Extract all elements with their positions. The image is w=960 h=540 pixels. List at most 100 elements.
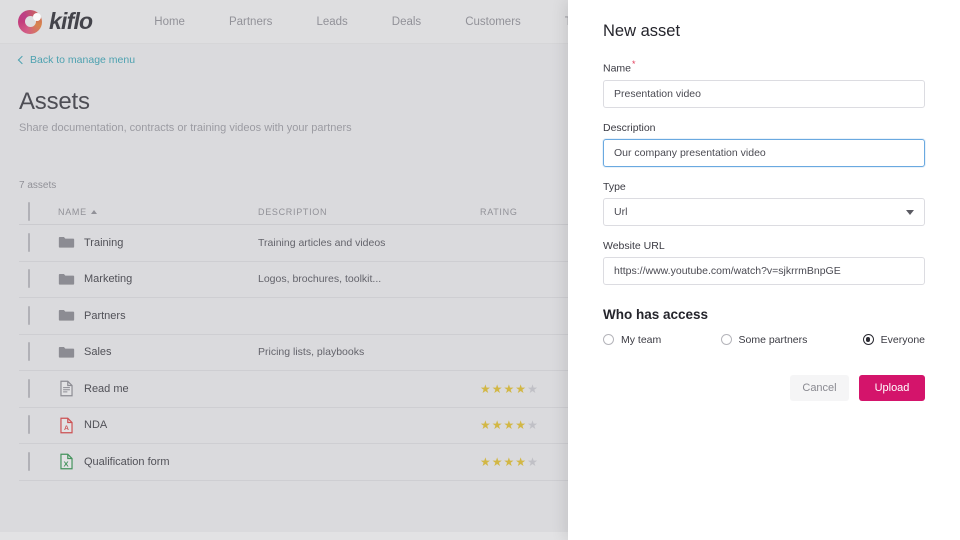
star-icon[interactable]: ★ [504,383,515,395]
row-name-label: Sales [84,346,112,358]
access-option-everyone[interactable]: Everyone [863,334,925,346]
star-icon[interactable]: ★ [527,383,538,395]
website-url-field-group: Website URL [603,240,925,285]
new-asset-panel: New asset Name* Description Type Website… [568,0,960,540]
access-radio-group: My team Some partners Everyone [603,334,925,346]
svg-text:X: X [64,460,70,469]
row-checkbox[interactable] [28,233,30,252]
nav-item-home[interactable]: Home [132,16,207,28]
star-icon[interactable]: ★ [504,456,515,468]
description-field-group: Description [603,122,925,167]
description-input[interactable] [603,139,925,167]
star-icon[interactable]: ★ [527,456,538,468]
row-description-cell: Training articles and videos [258,237,480,249]
document-icon [58,380,75,397]
row-name-cell: Sales [58,344,258,361]
row-checkbox[interactable] [28,306,30,325]
type-field-group: Type [603,181,925,226]
row-name-label: Marketing [84,273,132,285]
panel-actions: Cancel Upload [790,375,925,401]
row-name-cell: X Qualification form [58,453,258,470]
row-name-cell: Marketing [58,271,258,288]
access-option-some-partners[interactable]: Some partners [721,334,863,346]
select-all-checkbox[interactable] [28,202,30,221]
name-field-group: Name* [603,59,925,108]
select-all-cell [28,203,58,221]
row-checkbox[interactable] [28,342,30,361]
panel-title: New asset [603,22,925,41]
star-icon[interactable]: ★ [480,419,491,431]
star-icon[interactable]: ★ [527,419,538,431]
cancel-button[interactable]: Cancel [790,375,849,401]
row-checkbox[interactable] [28,452,30,471]
brand-name: kiflo [49,8,92,35]
row-name-cell: A NDA [58,417,258,434]
back-link-label: Back to manage menu [30,54,135,66]
row-name-label: Partners [84,310,126,322]
star-icon[interactable]: ★ [492,456,503,468]
row-description-cell: Logos, brochures, toolkit... [258,273,480,285]
row-name-cell: Partners [58,307,258,324]
nav-item-partners[interactable]: Partners [207,16,294,28]
rating-stars[interactable]: ★★★★★ [480,383,570,395]
star-icon[interactable]: ★ [492,419,503,431]
row-name-cell: Read me [58,380,258,397]
radio-some-partners-icon[interactable] [721,334,732,345]
radio-everyone-icon[interactable] [863,334,874,345]
radio-my-team-icon[interactable] [603,334,614,345]
row-rating-cell: ★★★★★ [480,419,570,431]
row-rating-cell: ★★★★★ [480,456,570,468]
column-header-description[interactable]: DESCRIPTION [258,207,480,217]
row-name-label: Read me [84,383,129,395]
website-url-field-label: Website URL [603,240,925,252]
access-option-my-team[interactable]: My team [603,334,721,346]
svg-text:A: A [64,425,69,432]
brand-logo[interactable]: kiflo [18,8,92,35]
access-option-everyone-label: Everyone [881,334,925,346]
star-icon[interactable]: ★ [515,383,526,395]
row-name-cell: Training [58,234,258,251]
chevron-left-icon [18,56,26,64]
column-header-name-label: NAME [58,207,87,217]
rating-stars[interactable]: ★★★★★ [480,456,570,468]
folder-icon [58,307,75,324]
star-icon[interactable]: ★ [504,419,515,431]
website-url-input[interactable] [603,257,925,285]
row-description-cell: Pricing lists, playbooks [258,346,480,358]
star-icon[interactable]: ★ [515,456,526,468]
nav-item-customers[interactable]: Customers [443,16,543,28]
row-checkbox[interactable] [28,269,30,288]
type-select-wrapper [603,198,925,226]
row-checkbox[interactable] [28,379,30,398]
row-select-cell [28,307,58,325]
type-field-label: Type [603,181,925,193]
star-icon[interactable]: ★ [480,456,491,468]
row-select-cell [28,416,58,434]
nav-item-leads[interactable]: Leads [294,16,369,28]
row-select-cell [28,380,58,398]
column-header-name[interactable]: NAME [58,207,258,217]
excel-file-icon: X [58,453,75,470]
name-input[interactable] [603,80,925,108]
row-select-cell [28,270,58,288]
nav-item-deals[interactable]: Deals [370,16,443,28]
row-select-cell [28,453,58,471]
star-icon[interactable]: ★ [515,419,526,431]
sort-ascending-icon [91,210,97,214]
row-name-label: NDA [84,419,107,431]
type-select[interactable] [603,198,925,226]
rating-stars[interactable]: ★★★★★ [480,419,570,431]
access-section-title: Who has access [603,307,925,322]
back-to-manage-menu-link[interactable]: Back to manage menu [19,54,135,66]
name-field-label: Name* [603,59,925,75]
row-rating-cell: ★★★★★ [480,383,570,395]
required-marker: * [632,59,636,69]
column-header-rating[interactable]: RATING [480,207,570,217]
row-name-label: Training [84,237,123,249]
star-icon[interactable]: ★ [492,383,503,395]
folder-icon [58,271,75,288]
star-icon[interactable]: ★ [480,383,491,395]
row-name-label: Qualification form [84,456,170,468]
row-checkbox[interactable] [28,415,30,434]
upload-button[interactable]: Upload [859,375,925,401]
